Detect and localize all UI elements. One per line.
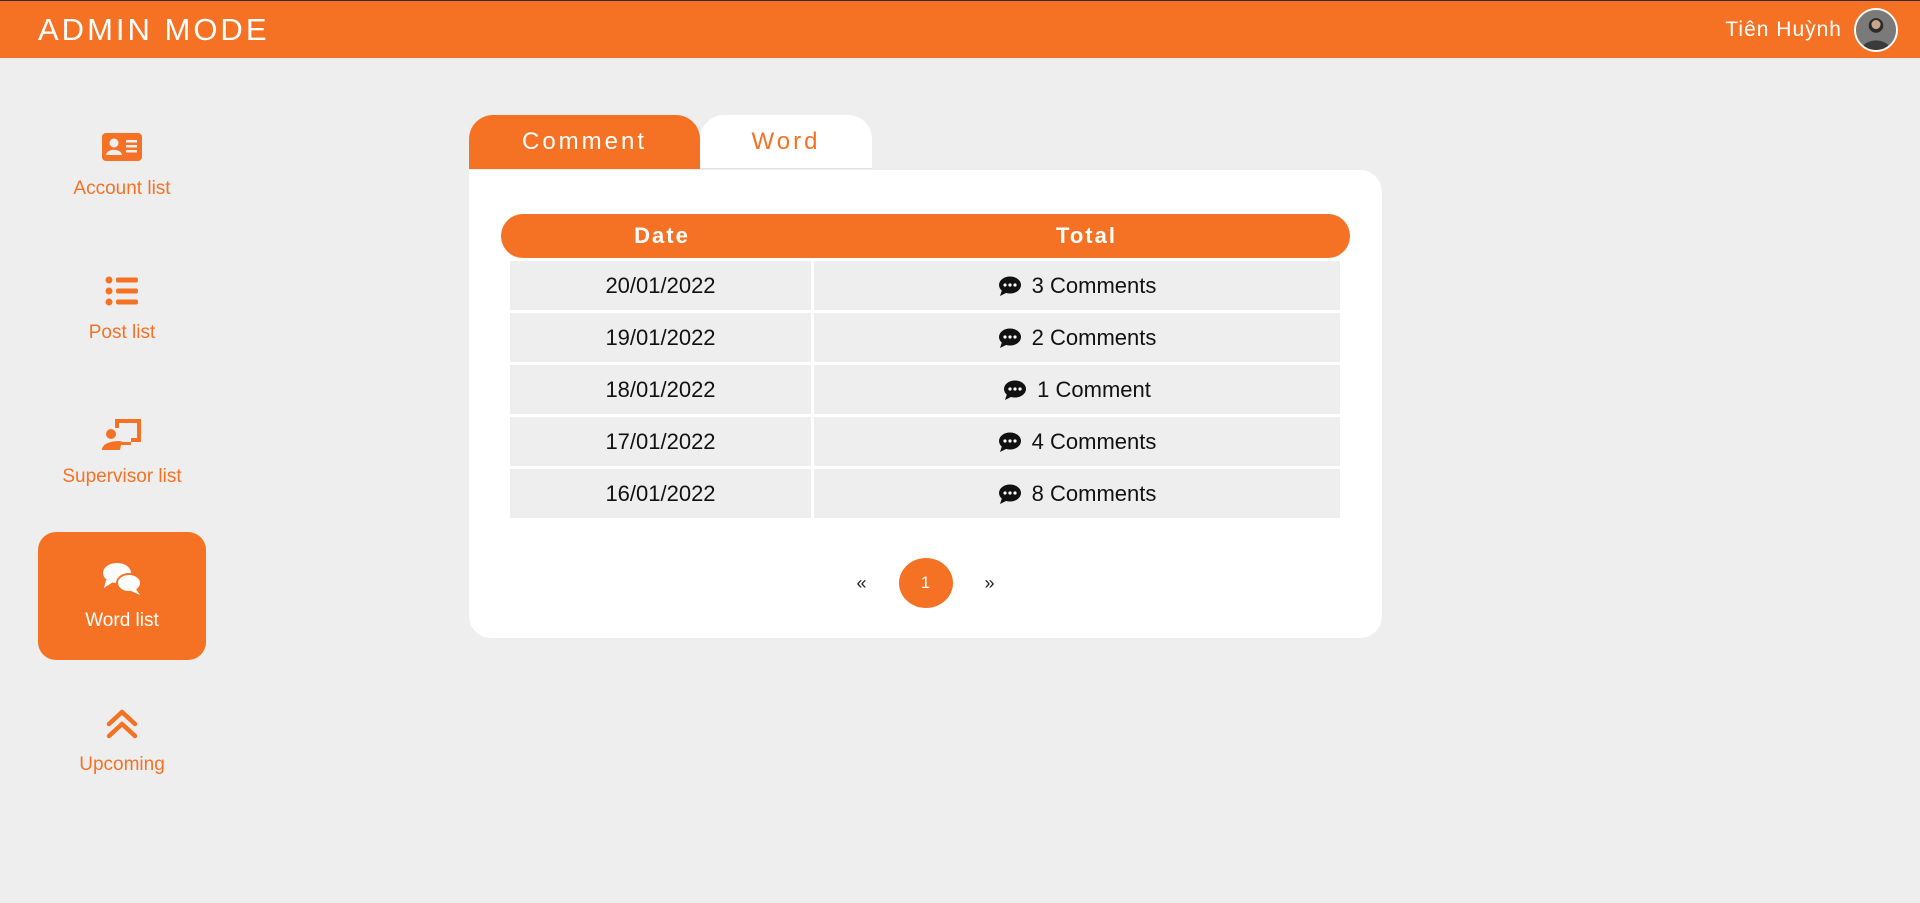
sidebar-item-label: Supervisor list — [62, 466, 182, 487]
avatar[interactable] — [1854, 7, 1898, 52]
sidebar-item-supervisor-list[interactable]: Supervisor list — [38, 388, 206, 516]
top-bar: ADMIN MODE Tiên Huỳnh — [0, 0, 1920, 58]
comment-count: 8 Comments — [1031, 480, 1157, 506]
comment-dots-icon — [998, 328, 1021, 348]
double-chevron-up-icon — [106, 709, 138, 739]
comment-dots-icon — [1004, 380, 1027, 400]
sidebar-item-label: Word list — [85, 610, 159, 631]
table-row: 19/01/2022 2 Comments — [510, 313, 1340, 362]
total-cell: 8 Comments — [814, 469, 1340, 518]
date-cell: 20/01/2022 — [510, 261, 811, 310]
comment-dots-icon — [998, 432, 1021, 452]
pagination: « 1 » — [469, 558, 1382, 608]
table-body: 20/01/2022 3 Comments 19/01/2022 2 Comme… — [510, 261, 1340, 521]
tab-bar: Comment Word — [469, 115, 872, 169]
total-cell: 1 Comment — [814, 365, 1340, 414]
prev-page-button[interactable]: « — [842, 573, 880, 594]
comment-count: 4 Comments — [1031, 428, 1157, 454]
user-menu[interactable]: Tiên Huỳnh — [1725, 7, 1898, 52]
tab-word[interactable]: Word — [700, 115, 872, 169]
sidebar-item-post-list[interactable]: Post list — [38, 244, 206, 372]
column-header-date: Date — [634, 223, 690, 248]
comment-count: 3 Comments — [1031, 272, 1157, 298]
total-cell: 2 Comments — [814, 313, 1340, 362]
id-card-icon — [102, 133, 142, 161]
comment-dots-icon — [998, 276, 1021, 296]
next-page-button[interactable]: » — [971, 573, 1009, 594]
page-1-button[interactable]: 1 — [898, 558, 953, 608]
sidebar-item-account-list[interactable]: Account list — [38, 100, 206, 228]
user-name: Tiên Huỳnh — [1725, 17, 1842, 41]
table-row: 17/01/2022 4 Comments — [510, 417, 1340, 466]
date-cell: 17/01/2022 — [510, 417, 811, 466]
sidebar-item-upcoming[interactable]: Upcoming — [38, 676, 206, 804]
table-row: 20/01/2022 3 Comments — [510, 261, 1340, 310]
statistics-card: Date Total 20/01/2022 3 Comments 19/01/2… — [469, 170, 1382, 638]
sidebar-item-label: Upcoming — [79, 754, 165, 775]
sidebar-item-label: Post list — [88, 322, 156, 343]
list-icon — [105, 276, 138, 306]
table-row: 18/01/2022 1 Comment — [510, 365, 1340, 414]
comments-icon — [103, 563, 142, 595]
chalkboard-teacher-icon — [102, 419, 141, 450]
sidebar-item-label: Account list — [73, 178, 171, 199]
sidebar-item-word-list[interactable]: Word list — [38, 532, 206, 660]
table-row: 16/01/2022 8 Comments — [510, 469, 1340, 518]
app-title: ADMIN MODE — [38, 11, 270, 47]
comment-dots-icon — [998, 484, 1021, 504]
column-header-total: Total — [1056, 223, 1117, 248]
sidebar: Account list Post list Supervisor list W… — [38, 100, 206, 820]
date-cell: 18/01/2022 — [510, 365, 811, 414]
tab-comment[interactable]: Comment — [469, 115, 700, 169]
table-header: Date Total — [501, 214, 1350, 258]
date-cell: 16/01/2022 — [510, 469, 811, 518]
total-cell: 4 Comments — [814, 417, 1340, 466]
date-cell: 19/01/2022 — [510, 313, 811, 362]
total-cell: 3 Comments — [814, 261, 1340, 310]
comment-count: 2 Comments — [1031, 324, 1157, 350]
comment-count: 1 Comment — [1037, 376, 1151, 402]
